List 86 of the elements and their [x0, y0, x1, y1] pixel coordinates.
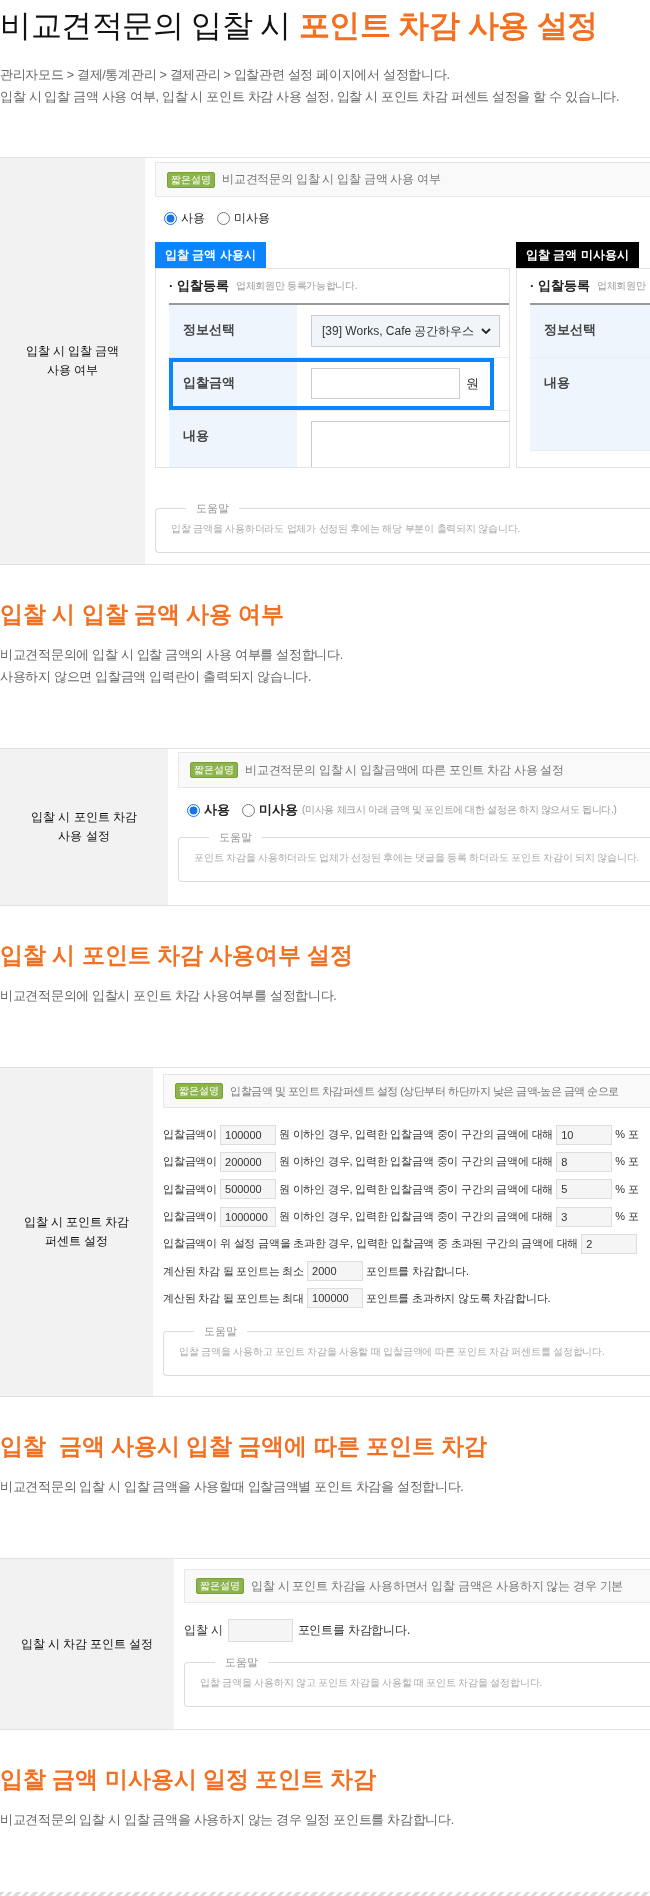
summary-text: 비교견적문의 입찰 시 입찰금액에 따른 포인트 차감 사용 설정 [245, 762, 564, 778]
radio-button[interactable] [217, 211, 230, 225]
select-field[interactable]: [39] Works, Cafe 공간하우스 [311, 315, 500, 347]
value-input[interactable]: 1000000 [220, 1206, 276, 1227]
section-description: 비교견적문의에 입찰시 포인트 차감 사용여부를 설정합니다. [0, 988, 338, 1005]
setting-text: 원 이하인 경우, 입력한 입찰금액 중이 구간의 금액에 대해 [279, 1154, 554, 1170]
setting-label: 입찰 시 포인트 차감 사용 설정 [31, 810, 137, 844]
help-legend: 도움말 [186, 501, 239, 515]
setting-label: 입찰 시 입찰 금액 사용 여부 [25, 344, 120, 378]
section-heading: 입찰 시 입찰 금액 사용 여부 [0, 601, 286, 629]
radio-label: 사용 [181, 209, 205, 227]
short-description-badge: 짧은설명 [167, 171, 215, 188]
option-note: (미사용 체크시 아래 금액 및 포인트에 대한 설정은 하지 않으셔도 됩니다.) [302, 803, 617, 817]
section-description: 비교견적문의에 입찰 시 입찰 금액의 사용 여부를 설정합니다. [0, 647, 344, 664]
setting-text: 입찰금액이 [163, 1127, 217, 1143]
value-input[interactable]: 2000 [307, 1261, 364, 1282]
radio-button[interactable] [164, 211, 177, 225]
value-input[interactable]: 100000 [220, 1124, 276, 1145]
setting-label: 입찰 시 차감 포인트 설정 [20, 1636, 154, 1652]
value-input[interactable]: 500000 [220, 1179, 276, 1200]
chevron-down-icon [481, 328, 491, 334]
help-text: 입찰 금액을 사용하더라도 업체가 선정된 후에는 해당 부분이 출력되지 않습니다. [171, 522, 522, 536]
section-description: 비교견적문의 입찰 시 입찰 금액을 사용할때 입찰금액별 포인트 차감을 설정합니다. [0, 1479, 465, 1497]
amount-input[interactable] [311, 368, 460, 399]
intro-text: 관리자모드 > 결제/통계관리 > 결제관리 > 입찰관련 설정 페이지에서 설정합니다. [0, 67, 451, 84]
radio-label: 미사용 [234, 209, 270, 227]
unit-label: 원 [466, 375, 479, 393]
form-note: 업체회원만 [596, 279, 646, 293]
radio-label: 사용 [204, 801, 230, 819]
setting-text: 입찰금액이 [163, 1209, 217, 1225]
setting-text: 포인트를 차감합니다. [366, 1263, 469, 1279]
value-input[interactable]: 8 [556, 1151, 613, 1172]
value-input[interactable]: 200000 [220, 1151, 276, 1172]
setting-text: 입찰금액이 [163, 1181, 217, 1197]
summary-text: 비교견적문의 입찰 시 입찰 금액 사용 여부 [222, 172, 441, 187]
field-label-cell: 내용 [530, 358, 650, 450]
setting-text: 원 이하인 경우, 입력한 입찰금액 중이 구간의 금액에 대해 [279, 1127, 554, 1143]
form-note: 업체회원만 등록가능합니다. [235, 279, 358, 293]
value-input[interactable]: 3 [556, 1206, 613, 1227]
help-legend: 도움말 [215, 1655, 268, 1670]
radio-button[interactable] [242, 803, 255, 817]
form-title-label: 입찰 금액 사용시 [155, 242, 266, 268]
setting-text: 입찰금액이 위 설정 금액을 초과한 경우, 입력한 입찰금액 중 초과된 구간의 금액에 대해 [163, 1236, 579, 1252]
summary-text: 입찰금액 및 포인트 차감퍼센트 설정 (상단부터 하단까지 낮은 금액-높은 금액 순으로 [230, 1083, 619, 1099]
value-input[interactable]: 2 [581, 1233, 638, 1254]
section-heading: 입찰 금액 사용시 입찰 금액에 따른 포인트 차감 [0, 1433, 488, 1462]
setting-text: % 포 [615, 1181, 639, 1197]
value-input[interactable]: 100000 [307, 1288, 364, 1309]
short-description-badge: 짧은설명 [190, 762, 238, 778]
setting-text: % 포 [615, 1209, 639, 1225]
radio-label: 미사용 [259, 801, 298, 819]
setting-label: 입찰 시 포인트 차감 퍼센트 설정 [23, 1215, 130, 1250]
setting-text: 포인트를 초과하지 않도록 차감합니다. [366, 1290, 551, 1306]
help-legend: 도움말 [209, 830, 262, 844]
section-description: 비교견적문의 입찰 시 입찰 금액을 사용하지 않는 경우 일정 포인트를 차감합니다. [0, 1812, 455, 1830]
form-section-title: · 입찰등록 [530, 277, 590, 295]
setting-text: 계산된 차감 될 포인트는 최소 [163, 1263, 305, 1279]
setting-text: % 포 [615, 1127, 639, 1143]
value-input[interactable] [227, 1618, 293, 1642]
short-description-badge: 짧은설명 [196, 1578, 244, 1595]
form-section-title: · 입찰등록 [169, 277, 229, 295]
setting-text: 포인트를 차감합니다. [297, 1621, 410, 1639]
help-text: 입찰 금액을 사용하지 않고 포인트 차감을 사용할 때 포인트 차감을 설정합니다. [200, 1676, 543, 1691]
field-label-cell: 정보선택 [530, 305, 650, 357]
form-title-label: 입찰 금액 미사용시 [516, 242, 639, 268]
setting-text: 원 이하인 경우, 입력한 입찰금액 중이 구간의 금액에 대해 [279, 1181, 554, 1197]
help-text: 입찰 금액을 사용하고 포인트 차감을 사용할 때 입찰금액에 따른 포인트 차감 퍼센트를 설정합니다. [179, 1345, 606, 1360]
section-heading: 입찰 시 포인트 차감 사용여부 설정 [0, 942, 355, 970]
intro-text: 입찰 시 입찰 금액 사용 여부, 입찰 시 포인트 차감 사용 설정, 입찰 시 포인트 차감 퍼센트 설정을 할 수 있습니다. [0, 89, 621, 106]
field-label-cell: 정보선택 [169, 305, 297, 357]
setting-text: % 포 [615, 1154, 639, 1170]
section-heading: 입찰 금액 미사용시 일정 포인트 차감 [0, 1766, 378, 1795]
short-description-badge: 짧은설명 [175, 1083, 223, 1099]
section-description: 사용하지 않으면 입찰금액 입력란이 출력되지 않습니다. [0, 669, 313, 686]
summary-text: 입찰 시 포인트 차감을 사용하면서 입찰 금액은 사용하지 않는 경우 기본 [251, 1578, 624, 1594]
setting-text: 원 이하인 경우, 입력한 입찰금액 중이 구간의 금액에 대해 [279, 1209, 554, 1225]
page-title: 비교견적문의 입찰 시 포인트 차감 사용 설정 [0, 7, 599, 45]
help-legend: 도움말 [194, 1324, 247, 1339]
help-text: 포인트 차감을 사용하더라도 업체가 선정된 후에는 댓글을 등록 하더라도 포인트 차감이 되지 않습니다. [194, 851, 641, 865]
value-input[interactable]: 10 [556, 1124, 613, 1145]
value-input[interactable]: 5 [556, 1179, 613, 1200]
setting-text: 입찰금액이 [163, 1154, 217, 1170]
setting-text: 계산된 차감 될 포인트는 최대 [163, 1290, 305, 1306]
setting-text: 입찰 시 [184, 1621, 223, 1639]
radio-button[interactable] [187, 803, 200, 817]
field-label-cell: 내용 [169, 411, 297, 467]
